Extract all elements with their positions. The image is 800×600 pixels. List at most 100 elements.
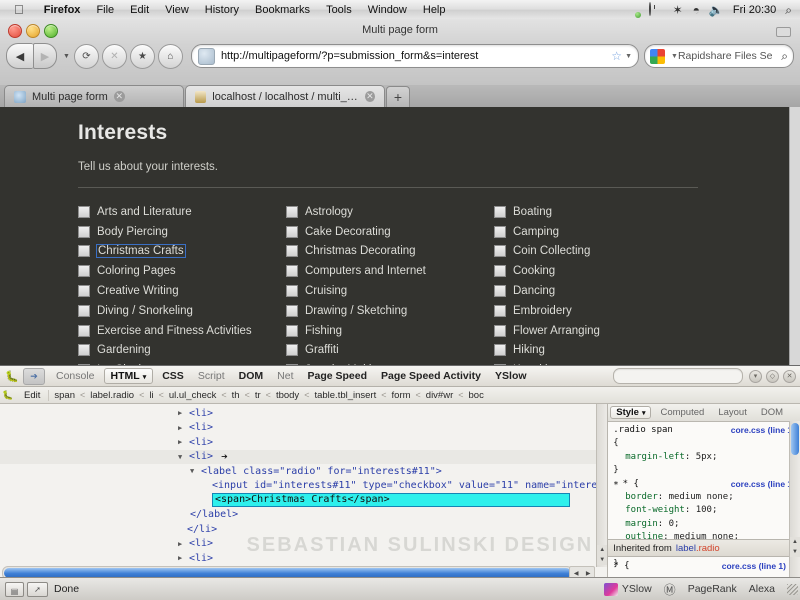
breadcrumb-item-body[interactable]: boc	[464, 390, 489, 401]
google-search-engine-icon[interactable]	[650, 48, 665, 64]
volume-icon[interactable]: 🔈	[709, 4, 724, 16]
checkbox-input[interactable]	[78, 304, 90, 317]
firebug-tab-css[interactable]: CSS	[155, 370, 191, 382]
chevron-down-icon[interactable]: ▾	[143, 374, 147, 381]
tab-close-icon[interactable]: ✕	[364, 91, 375, 102]
status-item-yslow[interactable]: YSlow	[603, 582, 652, 596]
checkbox-row[interactable]: Gardening	[78, 341, 286, 361]
code-line[interactable]: ▶<li>	[0, 406, 597, 421]
search-engine-dropdown-icon[interactable]: ▼	[671, 53, 678, 60]
scroll-up-arrow-icon[interactable]: ▲	[596, 545, 608, 555]
firebug-bug-icon[interactable]: 🐛	[3, 370, 21, 383]
css-declaration[interactable]: font-weight: 100;	[613, 505, 795, 518]
checkbox-row[interactable]: Graffiti	[286, 341, 494, 361]
expand-twisty-icon[interactable]: ▶	[178, 424, 187, 432]
pointer-tool-icon[interactable]: ➚	[27, 581, 48, 597]
style-tab[interactable]: Style ▾	[610, 406, 652, 419]
status-item-at[interactable]: Ⓜ	[664, 581, 676, 598]
checkbox-input[interactable]	[78, 344, 90, 357]
menu-item-help[interactable]: Help	[415, 4, 454, 16]
checkbox-input[interactable]	[494, 265, 506, 278]
close-window-button[interactable]	[8, 24, 22, 38]
code-line[interactable]: ▶<li>	[0, 551, 597, 566]
checkbox-row[interactable]: Coloring Pages	[78, 261, 286, 281]
expand-twisty-icon[interactable]: ▶	[178, 409, 187, 417]
menu-item-edit[interactable]: Edit	[122, 4, 157, 16]
code-line[interactable]: </label>	[0, 508, 597, 523]
checkbox-row[interactable]: Drawing / Sketching	[286, 301, 494, 321]
menu-item-view[interactable]: View	[157, 4, 197, 16]
checkbox-input[interactable]	[286, 324, 298, 337]
firebug-tab-dom[interactable]: DOM	[232, 370, 271, 382]
status-item-pagerank[interactable]: PageRank	[688, 583, 737, 595]
globe-icon[interactable]	[626, 3, 640, 17]
breadcrumb-item-tr[interactable]: tr	[250, 390, 266, 401]
firebug-search-input[interactable]	[613, 368, 743, 384]
url-input[interactable]: http://multipageform/?p=submission_form&…	[221, 50, 611, 62]
css-selector-universal[interactable]: * {	[623, 479, 639, 489]
checkbox-row[interactable]: Exercise and Fitness Activities	[78, 321, 286, 341]
apple-logo-icon[interactable]: 	[14, 3, 24, 16]
tab-close-icon[interactable]: ✕	[113, 91, 125, 102]
checkbox-row[interactable]: Hiking	[494, 341, 702, 361]
firebug-tab-console[interactable]: Console	[49, 370, 102, 382]
search-bar[interactable]: ▼ Rapidshare Files Se ⌕	[644, 44, 794, 68]
css-value[interactable]: 0;	[669, 519, 680, 529]
checkbox-row[interactable]: Coin Collecting	[494, 242, 702, 262]
checkbox-input[interactable]	[286, 265, 298, 278]
style-scroll-down-arrow-icon[interactable]: ▼	[789, 547, 800, 557]
firebug-tab-page-speed-activity[interactable]: Page Speed Activity	[374, 370, 488, 382]
code-line[interactable]: </li>	[0, 522, 597, 537]
inherited-class[interactable]: .radio	[696, 543, 720, 554]
checkbox-row[interactable]: Cooking	[494, 261, 702, 281]
css-value[interactable]: 100;	[696, 505, 718, 515]
code-line[interactable]: ▶<li>	[0, 435, 597, 450]
zoom-window-button[interactable]	[44, 24, 58, 38]
scroll-right-arrow-icon[interactable]: ▶	[586, 570, 591, 577]
checkbox-input[interactable]	[286, 205, 298, 218]
minimize-window-button[interactable]	[26, 24, 40, 38]
bookmark-button[interactable]: ★	[129, 43, 155, 69]
checkbox-row[interactable]: Fishing	[286, 321, 494, 341]
checkbox-input[interactable]	[78, 265, 90, 278]
checkbox-row[interactable]: Christmas Decorating	[286, 242, 494, 262]
scroll-down-arrow-icon[interactable]: ▼	[596, 555, 608, 565]
url-bar[interactable]: http://multipageform/?p=submission_form&…	[190, 44, 639, 68]
toolbar-toggle-button[interactable]	[776, 27, 791, 37]
expand-twisty-icon[interactable]: ▶	[178, 438, 187, 446]
checkbox-input[interactable]	[286, 304, 298, 317]
spotlight-search-icon[interactable]: ⌕	[785, 4, 792, 16]
css-value[interactable]: medium none;	[669, 492, 734, 502]
reload-button[interactable]: ⟳	[73, 43, 99, 69]
breadcrumb-item-table-tbl-insert[interactable]: table.tbl_insert	[309, 390, 381, 401]
style-pane-vertical-scrollbar[interactable]	[789, 421, 800, 581]
edit-button[interactable]: Edit	[16, 389, 50, 401]
checkbox-row[interactable]: Boating	[494, 202, 702, 222]
menubar-clock[interactable]: Fri 20:30	[733, 4, 776, 16]
css-selector[interactable]: .radio span	[613, 425, 673, 435]
resize-grip-icon[interactable]	[787, 583, 798, 595]
checkbox-row-selected[interactable]: Christmas Crafts	[78, 242, 286, 262]
breadcrumb-item-form[interactable]: form	[387, 390, 416, 401]
checkbox-row[interactable]: Camping	[494, 222, 702, 242]
checkbox-input[interactable]	[286, 285, 298, 298]
checkbox-row[interactable]: Body Piercing	[78, 222, 286, 242]
checkbox-input[interactable]	[494, 245, 506, 258]
firebug-tab-page-speed[interactable]: Page Speed	[301, 370, 375, 382]
firebug-detach-button[interactable]: ◇	[766, 369, 779, 383]
breadcrumb-item-th[interactable]: th	[227, 390, 245, 401]
css-property[interactable]: border	[625, 492, 658, 502]
firebug-minimize-button[interactable]: ▾	[749, 369, 762, 383]
breadcrumb-item-li[interactable]: li	[144, 390, 158, 401]
layout-toggle-icon[interactable]: ▤	[5, 581, 24, 597]
checkbox-input[interactable]	[494, 344, 506, 357]
checkbox-row[interactable]: Flower Arranging	[494, 321, 702, 341]
search-icon[interactable]: ⌕	[781, 50, 788, 62]
css-property[interactable]: font-weight	[625, 505, 685, 515]
menu-item-history[interactable]: History	[197, 4, 247, 16]
inherited-rule-source[interactable]: core.css (line 1)	[722, 561, 786, 571]
computed-tab[interactable]: Computed	[653, 407, 711, 418]
css-declaration[interactable]: margin: 0;	[613, 519, 795, 532]
scroll-left-arrow-icon[interactable]: ◀	[574, 570, 579, 577]
checkbox-input[interactable]	[78, 324, 90, 337]
